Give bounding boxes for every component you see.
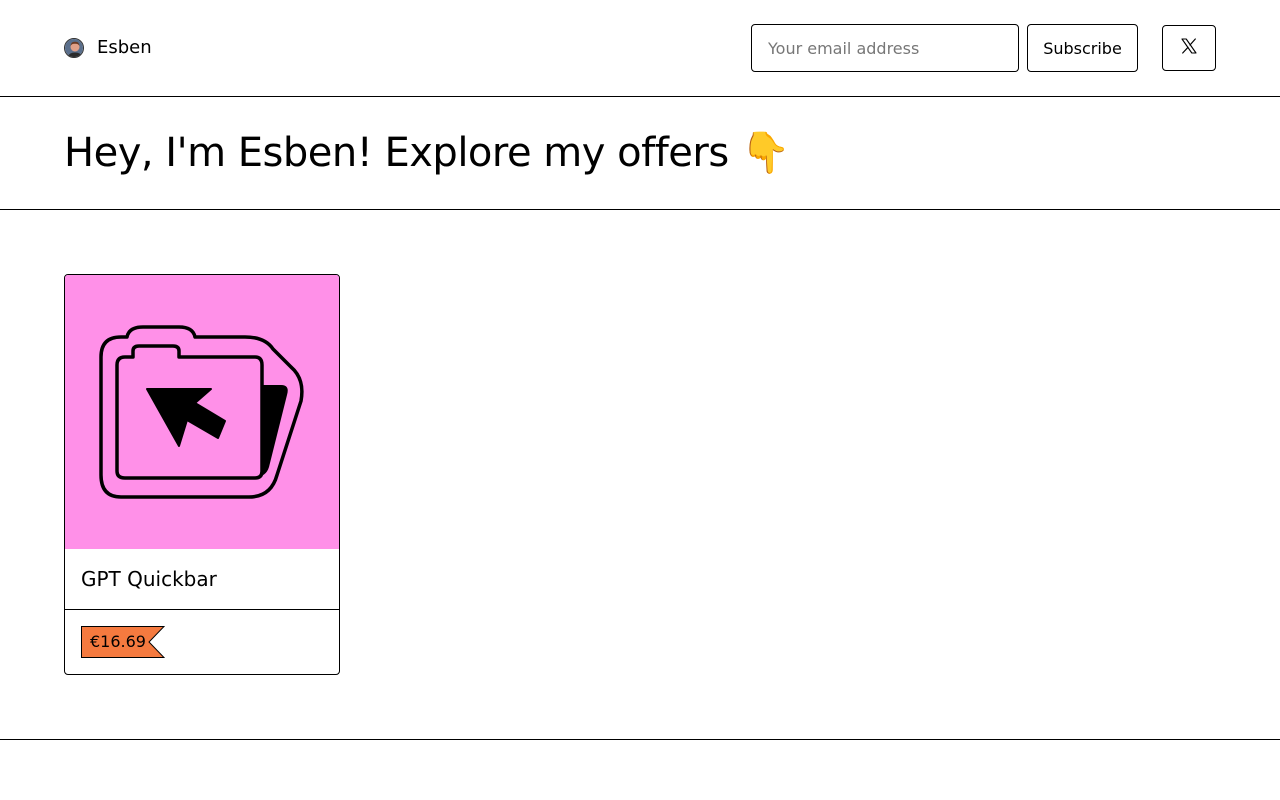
product-footer: €16.69 (65, 610, 339, 674)
product-thumbnail (65, 275, 339, 549)
profile-link[interactable]: Esben (64, 37, 152, 59)
brand-name: Esben (97, 37, 152, 58)
product-grid: GPT Quickbar €16.69 (0, 210, 1280, 740)
site-header: Esben Subscribe (0, 0, 1280, 97)
x-logo-icon (1181, 38, 1197, 58)
x-profile-button[interactable] (1162, 25, 1216, 71)
product-card[interactable]: GPT Quickbar €16.69 (64, 274, 340, 675)
product-name: GPT Quickbar (65, 549, 339, 610)
page-title: Hey, I'm Esben! Explore my offers 👇 (64, 130, 791, 176)
folder-cursor-icon (65, 275, 339, 549)
subscribe-button[interactable]: Subscribe (1027, 24, 1138, 72)
email-input[interactable] (751, 24, 1019, 72)
hero-section: Hey, I'm Esben! Explore my offers 👇 (0, 97, 1280, 210)
subscribe-form: Subscribe (751, 24, 1138, 72)
avatar (64, 38, 84, 58)
product-price: €16.69 (90, 632, 146, 651)
price-tag: €16.69 (81, 626, 165, 658)
